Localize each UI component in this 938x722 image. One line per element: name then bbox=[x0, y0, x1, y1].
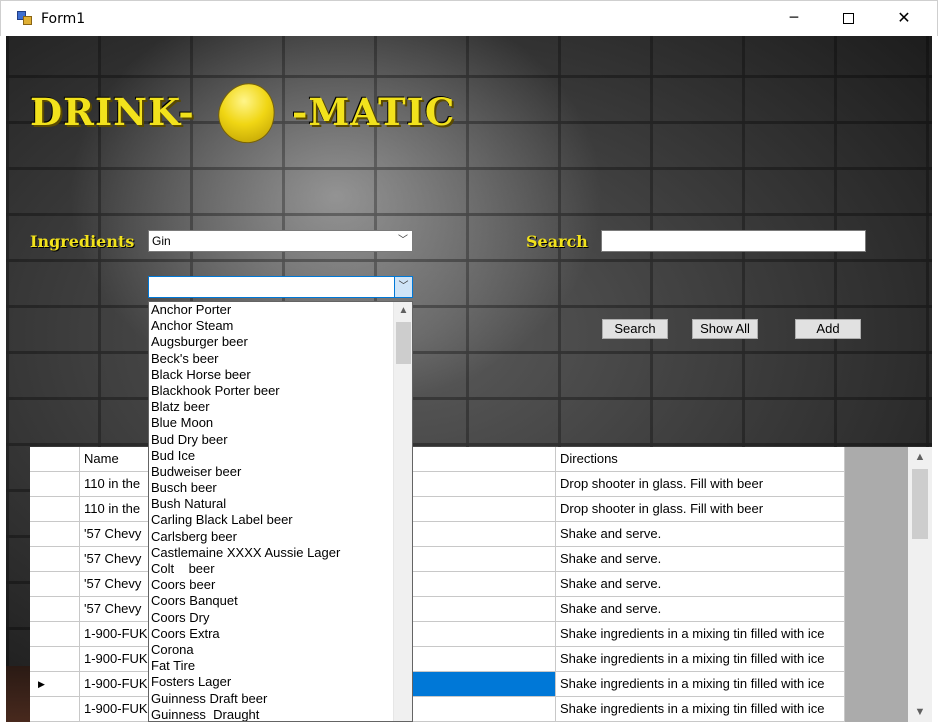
dropdown-item[interactable]: Busch beer bbox=[149, 480, 392, 496]
cell-name[interactable]: 1-900-FUK bbox=[80, 672, 149, 697]
window-title: Form1 bbox=[41, 11, 86, 27]
dropdown-item[interactable]: Guinness Draft beer bbox=[149, 691, 392, 707]
dropdown-item[interactable]: Fosters Lager bbox=[149, 674, 392, 690]
cell-directions[interactable]: Shake ingredients in a mixing tin filled… bbox=[556, 647, 845, 672]
form-client-area: DRINK- -MATIC Ingredients Gin ﹀ Search ﹀… bbox=[6, 36, 932, 722]
row-header[interactable] bbox=[30, 697, 80, 722]
ingredients-label: Ingredients bbox=[30, 232, 135, 251]
cell-name[interactable]: '57 Chevy bbox=[80, 597, 149, 622]
scroll-thumb[interactable] bbox=[912, 469, 928, 539]
ingredients-combobox[interactable]: Gin ﹀ bbox=[148, 230, 413, 252]
title-bar: Form1 ─ ✕ bbox=[0, 0, 938, 36]
cell-directions[interactable]: Shake and serve. bbox=[556, 522, 845, 547]
row-header[interactable] bbox=[30, 572, 80, 597]
maximize-icon bbox=[842, 12, 854, 24]
dropdown-item[interactable]: Colt beer bbox=[149, 561, 392, 577]
scroll-up-icon[interactable]: ▲ bbox=[908, 447, 932, 467]
cell-directions[interactable]: Drop shooter in glass. Fill with beer bbox=[556, 472, 845, 497]
logo-text-left: DRINK- bbox=[30, 90, 195, 134]
dropdown-item[interactable]: Coors Banquet bbox=[149, 593, 392, 609]
dropdown-item[interactable]: Coors Dry bbox=[149, 610, 392, 626]
cell-directions[interactable]: Shake and serve. bbox=[556, 572, 845, 597]
beer-dropdown-list[interactable]: Anchor Porter Anchor Steam Augsburger beer… bbox=[148, 301, 413, 722]
cell-directions[interactable]: Shake ingredients in a mixing tin filled… bbox=[556, 622, 845, 647]
dropdown-item[interactable]: Fat Tire bbox=[149, 658, 392, 674]
row-header[interactable] bbox=[30, 622, 80, 647]
dropdown-item[interactable]: Black Horse beer bbox=[149, 367, 392, 383]
row-header[interactable]: ▶ bbox=[30, 672, 80, 697]
row-header[interactable] bbox=[30, 597, 80, 622]
add-button[interactable]: Add bbox=[795, 319, 861, 339]
cell-name[interactable]: 110 in the bbox=[80, 497, 149, 522]
minimize-button[interactable]: ─ bbox=[771, 1, 817, 35]
dropdown-item[interactable]: Blackhook Porter beer bbox=[149, 383, 392, 399]
beer-combobox[interactable]: ﹀ bbox=[148, 276, 413, 298]
dropdown-item[interactable]: Anchor Porter bbox=[149, 302, 392, 318]
cell-name[interactable]: '57 Chevy bbox=[80, 547, 149, 572]
cell-directions[interactable]: Shake and serve. bbox=[556, 597, 845, 622]
dropdown-item[interactable]: Bush Natural bbox=[149, 496, 392, 512]
dropdown-item[interactable]: Carling Black Label beer bbox=[149, 512, 392, 528]
dropdown-item[interactable]: Coors beer bbox=[149, 577, 392, 593]
cell-name[interactable]: 1-900-FUK bbox=[80, 622, 149, 647]
dropdown-item[interactable]: Coors Extra bbox=[149, 626, 392, 642]
dropdown-item[interactable]: Guinness Draught bbox=[149, 707, 392, 721]
cell-name[interactable]: 110 in the bbox=[80, 472, 149, 497]
close-button[interactable]: ✕ bbox=[881, 1, 927, 35]
cell-name[interactable]: 1-900-FUK bbox=[80, 647, 149, 672]
logo-text-right: -MATIC bbox=[292, 90, 456, 134]
row-header[interactable] bbox=[30, 547, 80, 572]
dropdown-item[interactable]: Augsburger beer bbox=[149, 334, 392, 350]
cell-name[interactable]: 1-900-FUK bbox=[80, 697, 149, 722]
cell-directions[interactable]: Shake and serve. bbox=[556, 547, 845, 572]
column-header-name[interactable]: Name bbox=[80, 447, 149, 472]
maximize-button[interactable] bbox=[825, 1, 871, 35]
dropdown-item[interactable]: Bud Ice bbox=[149, 448, 392, 464]
dropdown-scrollbar[interactable]: ▲ bbox=[393, 302, 412, 721]
cell-name[interactable]: '57 Chevy bbox=[80, 522, 149, 547]
row-header[interactable] bbox=[30, 647, 80, 672]
dropdown-item[interactable]: Budweiser beer bbox=[149, 464, 392, 480]
cell-name[interactable]: '57 Chevy bbox=[80, 572, 149, 597]
search-input[interactable] bbox=[601, 230, 866, 252]
dropdown-item[interactable]: Carlsberg beer bbox=[149, 529, 392, 545]
chevron-down-icon[interactable]: ﹀ bbox=[394, 277, 412, 297]
dropdown-item[interactable]: Blatz beer bbox=[149, 399, 392, 415]
cell-directions[interactable]: Shake ingredients in a mixing tin filled… bbox=[556, 672, 845, 697]
dropdown-item[interactable]: Beck's beer bbox=[149, 351, 392, 367]
search-label: Search bbox=[526, 232, 588, 251]
show-all-button[interactable]: Show All bbox=[692, 319, 758, 339]
row-header[interactable] bbox=[30, 472, 80, 497]
ingredients-combobox-value: Gin bbox=[152, 234, 171, 248]
chevron-down-icon[interactable]: ﹀ bbox=[394, 231, 412, 251]
scroll-thumb[interactable] bbox=[396, 322, 411, 364]
app-icon bbox=[17, 11, 33, 25]
dropdown-item[interactable]: Blue Moon bbox=[149, 415, 392, 431]
grid-vertical-scrollbar[interactable]: ▲ ▼ bbox=[908, 447, 932, 722]
search-button[interactable]: Search bbox=[602, 319, 668, 339]
column-header-directions[interactable]: Directions bbox=[556, 447, 845, 472]
dropdown-item[interactable]: Bud Dry beer bbox=[149, 432, 392, 448]
dropdown-item[interactable]: Castlemaine XXXX Aussie Lager bbox=[149, 545, 392, 561]
cell-directions[interactable]: Shake ingredients in a mixing tin filled… bbox=[556, 697, 845, 722]
dropdown-item[interactable]: Anchor Steam bbox=[149, 318, 392, 334]
row-header[interactable] bbox=[30, 497, 80, 522]
scroll-down-icon[interactable]: ▼ bbox=[908, 702, 932, 722]
grid-corner-header[interactable] bbox=[30, 447, 80, 472]
dropdown-items: Anchor Porter Anchor Steam Augsburger beer… bbox=[149, 302, 392, 721]
dropdown-item[interactable]: Corona bbox=[149, 642, 392, 658]
scroll-up-icon[interactable]: ▲ bbox=[394, 302, 412, 320]
cell-directions[interactable]: Drop shooter in glass. Fill with beer bbox=[556, 497, 845, 522]
grid-empty-area bbox=[845, 447, 908, 722]
row-header[interactable] bbox=[30, 522, 80, 547]
